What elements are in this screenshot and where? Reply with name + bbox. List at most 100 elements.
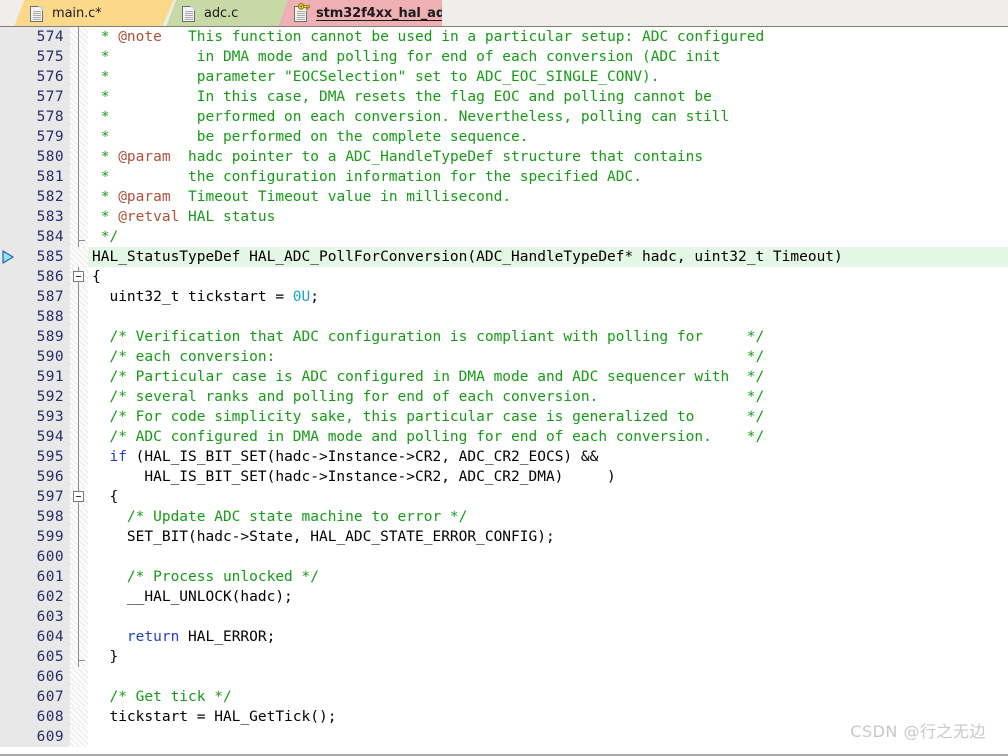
line-marker-column[interactable] — [0, 707, 18, 727]
code-text[interactable]: * performed on each conversion. Neverthe… — [88, 107, 1008, 127]
line-marker-column[interactable] — [0, 647, 18, 667]
code-text[interactable]: __HAL_UNLOCK(hadc); — [88, 587, 1008, 607]
code-text[interactable]: * @param hadc pointer to a ADC_HandleTyp… — [88, 147, 1008, 167]
fold-collapse-button[interactable] — [73, 491, 84, 502]
fold-margin[interactable] — [70, 507, 88, 527]
line-marker-column[interactable] — [0, 47, 18, 67]
code-line[interactable]: 602 __HAL_UNLOCK(hadc); — [0, 587, 1008, 607]
code-text[interactable]: { — [88, 487, 1008, 507]
code-text[interactable]: * @param Timeout Timeout value in millis… — [88, 187, 1008, 207]
line-marker-column[interactable] — [0, 487, 18, 507]
code-line[interactable]: 604 return HAL_ERROR; — [0, 627, 1008, 647]
code-line[interactable]: 589 /* Verification that ADC configurati… — [0, 327, 1008, 347]
code-text[interactable]: * @retval HAL status — [88, 207, 1008, 227]
code-text[interactable]: /* Get tick */ — [88, 687, 1008, 707]
fold-margin[interactable] — [70, 247, 88, 267]
line-marker-column[interactable] — [0, 447, 18, 467]
fold-margin[interactable] — [70, 287, 88, 307]
line-marker-column[interactable] — [0, 667, 18, 687]
code-line[interactable]: 584 */ — [0, 227, 1008, 247]
code-text[interactable]: * the configuration information for the … — [88, 167, 1008, 187]
code-text[interactable]: HAL_StatusTypeDef HAL_ADC_PollForConvers… — [88, 247, 1008, 267]
code-text[interactable]: */ — [88, 227, 1008, 247]
fold-margin[interactable] — [70, 647, 88, 667]
fold-collapse-button[interactable] — [73, 271, 84, 282]
line-marker-column[interactable] — [0, 507, 18, 527]
line-marker-column[interactable] — [0, 107, 18, 127]
line-marker-column[interactable] — [0, 87, 18, 107]
code-text[interactable]: /* Particular case is ADC configured in … — [88, 367, 1008, 387]
fold-margin[interactable] — [70, 27, 88, 47]
code-line[interactable]: 607 /* Get tick */ — [0, 687, 1008, 707]
code-line[interactable]: 588 — [0, 307, 1008, 327]
fold-margin[interactable] — [70, 67, 88, 87]
line-marker-column[interactable] — [0, 527, 18, 547]
code-text[interactable]: * be performed on the complete sequence. — [88, 127, 1008, 147]
line-marker-column[interactable] — [0, 407, 18, 427]
line-marker-column[interactable] — [0, 567, 18, 587]
code-line[interactable]: 600 — [0, 547, 1008, 567]
fold-margin[interactable] — [70, 567, 88, 587]
code-text[interactable]: * In this case, DMA resets the flag EOC … — [88, 87, 1008, 107]
line-marker-column[interactable] — [0, 127, 18, 147]
code-line[interactable]: 596 HAL_IS_BIT_SET(hadc->Instance->CR2, … — [0, 467, 1008, 487]
fold-margin[interactable] — [70, 607, 88, 627]
code-line[interactable]: 580 * @param hadc pointer to a ADC_Handl… — [0, 147, 1008, 167]
code-text[interactable]: * in DMA mode and polling for end of eac… — [88, 47, 1008, 67]
code-line[interactable]: 597 { — [0, 487, 1008, 507]
line-marker-column[interactable] — [0, 167, 18, 187]
fold-margin[interactable] — [70, 107, 88, 127]
line-marker-column[interactable] — [0, 687, 18, 707]
code-line[interactable]: 586 { — [0, 267, 1008, 287]
fold-margin[interactable] — [70, 707, 88, 727]
fold-margin[interactable] — [70, 387, 88, 407]
fold-margin[interactable] — [70, 327, 88, 347]
code-line[interactable]: 606 — [0, 667, 1008, 687]
code-text[interactable] — [88, 667, 1008, 687]
code-text[interactable] — [88, 547, 1008, 567]
tab-adc-c[interactable]: adc.c — [166, 0, 294, 27]
fold-margin[interactable] — [70, 367, 88, 387]
code-text[interactable]: * @note This function cannot be used in … — [88, 27, 1008, 47]
code-line[interactable]: 574 * @note This function cannot be used… — [0, 27, 1008, 47]
line-marker-column[interactable] — [0, 307, 18, 327]
fold-margin[interactable] — [70, 467, 88, 487]
line-marker-column[interactable] — [0, 247, 18, 267]
code-line[interactable]: 587 uint32_t tickstart = 0U; — [0, 287, 1008, 307]
code-line[interactable]: 603 — [0, 607, 1008, 627]
fold-margin[interactable] — [70, 227, 88, 247]
fold-margin[interactable] — [70, 667, 88, 687]
tab-main-c[interactable]: main.c* — [14, 0, 174, 27]
fold-margin[interactable] — [70, 307, 88, 327]
line-marker-column[interactable] — [0, 287, 18, 307]
code-line[interactable]: 578 * performed on each conversion. Neve… — [0, 107, 1008, 127]
fold-margin[interactable] — [70, 207, 88, 227]
fold-margin[interactable] — [70, 447, 88, 467]
code-text[interactable]: return HAL_ERROR; — [88, 627, 1008, 647]
line-marker-column[interactable] — [0, 207, 18, 227]
code-text[interactable]: } — [88, 647, 1008, 667]
line-marker-column[interactable] — [0, 607, 18, 627]
code-line[interactable]: 605 } — [0, 647, 1008, 667]
fold-margin[interactable] — [70, 147, 88, 167]
code-line[interactable]: 601 /* Process unlocked */ — [0, 567, 1008, 587]
code-text[interactable]: if (HAL_IS_BIT_SET(hadc->Instance->CR2, … — [88, 447, 1008, 467]
fold-margin[interactable] — [70, 187, 88, 207]
code-line[interactable]: 599 SET_BIT(hadc->State, HAL_ADC_STATE_E… — [0, 527, 1008, 547]
code-text[interactable]: /* For code simplicity sake, this partic… — [88, 407, 1008, 427]
code-text[interactable] — [88, 607, 1008, 627]
code-line[interactable]: 591 /* Particular case is ADC configured… — [0, 367, 1008, 387]
code-line[interactable]: 595 if (HAL_IS_BIT_SET(hadc->Instance->C… — [0, 447, 1008, 467]
line-marker-column[interactable] — [0, 587, 18, 607]
fold-margin[interactable] — [70, 487, 88, 507]
code-line[interactable]: 590 /* each conversion: */ — [0, 347, 1008, 367]
line-marker-column[interactable] — [0, 267, 18, 287]
code-text[interactable] — [88, 307, 1008, 327]
code-line[interactable]: 593 /* For code simplicity sake, this pa… — [0, 407, 1008, 427]
line-marker-column[interactable] — [0, 547, 18, 567]
line-marker-column[interactable] — [0, 627, 18, 647]
code-text[interactable]: /* several ranks and polling for end of … — [88, 387, 1008, 407]
fold-margin[interactable] — [70, 527, 88, 547]
line-marker-column[interactable] — [0, 467, 18, 487]
fold-margin[interactable] — [70, 627, 88, 647]
